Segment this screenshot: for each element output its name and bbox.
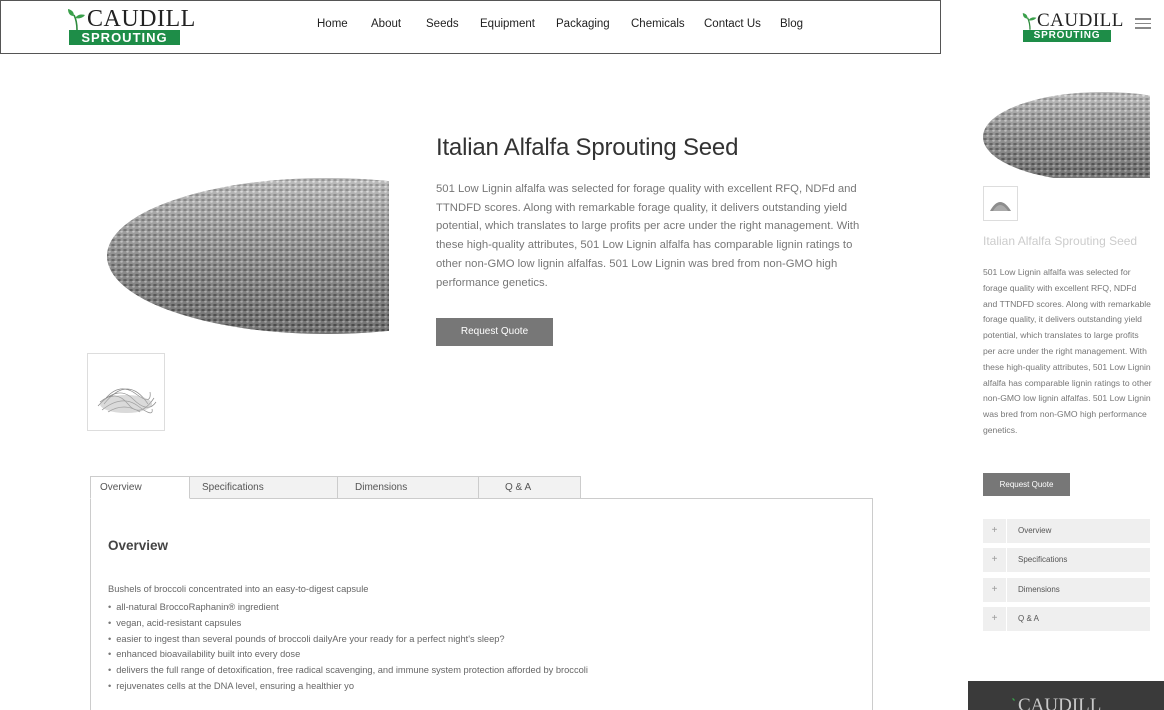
accordion-label: Dimensions [1018,585,1060,594]
mobile-product-description: 501 Low Lignin alfalfa was selected for … [983,267,1152,435]
accordion-label: Overview [1018,526,1052,535]
sprout-icon [68,9,85,30]
nav-item-contact-us[interactable]: Contact Us [704,18,761,30]
plus-icon: + [983,578,1007,602]
accordion-specifications[interactable]: + Specifications [983,548,1150,572]
logo-wordmark: CAUDILL [87,6,196,32]
sprouts-thumbnail-image [97,388,157,414]
nav-item-seeds[interactable]: Seeds [426,18,459,30]
accordion-label: Q & A [1018,614,1039,623]
list-item: delivers the full range of detoxificatio… [108,663,588,679]
list-item: vegan, acid-resistant capsules [108,616,588,632]
seed-pile-thumbnail-image [990,202,1011,211]
product-thumbnail[interactable] [87,353,165,431]
overview-heading: Overview [108,538,169,553]
overview-bullet-list: all-natural BroccoRaphanin® ingredient v… [108,600,588,695]
mobile-footer: CAUDILL [968,681,1164,710]
seed-pile-image [983,92,1150,178]
nav-item-packaging[interactable]: Packaging [556,18,610,30]
mobile-product-main-image[interactable] [983,67,1150,178]
mobile-site-logo[interactable]: CAUDILL SPROUTING [1022,10,1123,42]
nav-item-about[interactable]: About [371,18,401,30]
plus-icon: + [983,519,1007,543]
nav-item-blog[interactable]: Blog [780,18,803,30]
tab-dimensions[interactable]: Dimensions [337,476,479,499]
sprout-icon [1022,13,1037,30]
site-header: CAUDILL SPROUTING Home About Seeds Equip… [0,0,941,54]
mobile-product-thumbnail[interactable] [983,186,1018,221]
list-item: all-natural BroccoRaphanin® ingredient [108,600,588,616]
list-item: enhanced bioavailability built into ever… [108,647,588,663]
plus-icon: + [983,548,1007,572]
seed-pile-image [107,178,389,334]
product-description: 501 Low Lignin alfalfa was selected for … [436,183,860,289]
nav-item-chemicals[interactable]: Chemicals [631,18,685,30]
product-main-image[interactable] [87,138,389,339]
tab-overview[interactable]: Overview [90,476,190,499]
logo-wordmark: CAUDILL [1037,10,1124,31]
tab-specifications[interactable]: Specifications [189,476,338,499]
logo-tagline: SPROUTING [69,30,180,45]
mobile-product-title: Italian Alfalfa Sprouting Seed [983,234,1138,248]
hamburger-icon[interactable] [1135,18,1151,29]
mobile-request-quote-button[interactable]: Request Quote [983,473,1070,496]
nav-item-home[interactable]: Home [317,18,348,30]
accordion-label: Specifications [1018,555,1068,564]
plus-icon: + [983,607,1007,631]
tab-q-and-a[interactable]: Q & A [478,476,581,499]
site-logo[interactable]: CAUDILL SPROUTING [67,6,195,46]
nav-item-equipment[interactable]: Equipment [480,18,535,30]
request-quote-button[interactable]: Request Quote [436,318,553,346]
accordion-dimensions[interactable]: + Dimensions [983,578,1150,602]
product-title: Italian Alfalfa Sprouting Seed [436,134,739,161]
list-item: rejuvenates cells at the DNA level, ensu… [108,679,588,695]
overview-intro: Bushels of broccoli concentrated into an… [108,584,369,594]
accordion-q-and-a[interactable]: + Q & A [983,607,1150,631]
footer-logo-wordmark: CAUDILL [1018,695,1102,710]
logo-tagline: SPROUTING [1023,30,1111,42]
list-item: easier to ingest than several pounds of … [108,632,588,648]
accordion-overview[interactable]: + Overview [983,519,1150,543]
